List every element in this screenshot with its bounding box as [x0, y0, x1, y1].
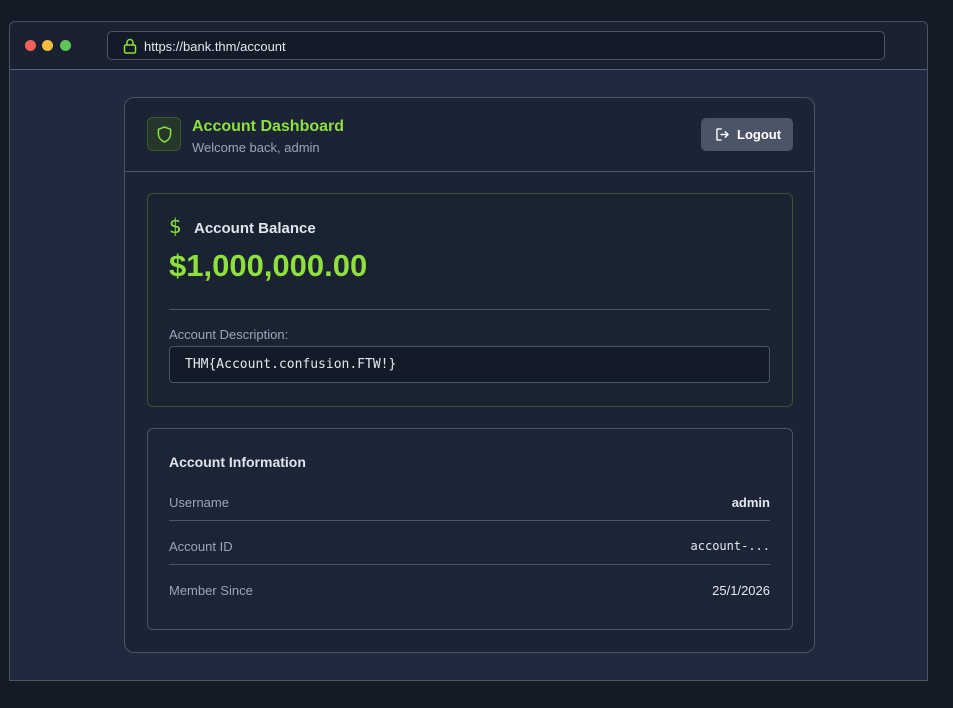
minimize-window-button[interactable]: [42, 40, 53, 51]
balance-label: Account Balance: [194, 220, 316, 237]
account-id-label: Account ID: [169, 539, 233, 554]
description-value: THM{Account.confusion.FTW!}: [185, 357, 397, 372]
browser-titlebar: https://bank.thm/account: [10, 22, 927, 70]
balance-amount: $1,000,000.00: [169, 248, 368, 283]
info-title: Account Information: [169, 454, 306, 470]
url-text: https://bank.thm/account: [144, 39, 286, 54]
description-field[interactable]: THM{Account.confusion.FTW!}: [169, 346, 770, 383]
lock-icon: [123, 38, 137, 54]
info-row-member-since: Member Since 25/1/2026: [169, 564, 770, 608]
account-id-value: account-...: [690, 539, 770, 553]
username-label: Username: [169, 495, 229, 510]
logout-button[interactable]: Logout: [701, 118, 793, 151]
browser-window: https://bank.thm/account Account Dashboa…: [9, 21, 928, 681]
logout-icon: [716, 128, 729, 141]
dollar-icon: $: [169, 214, 182, 238]
shield-icon: [157, 126, 172, 143]
card-header: Account Dashboard Welcome back, admin Lo…: [125, 98, 814, 172]
page-title: Account Dashboard: [192, 118, 345, 135]
close-window-button[interactable]: [25, 40, 36, 51]
address-bar[interactable]: https://bank.thm/account: [107, 31, 885, 60]
page-content: Account Dashboard Welcome back, admin Lo…: [10, 70, 927, 680]
shield-icon-container: [147, 117, 181, 151]
welcome-text: Welcome back, admin: [192, 140, 320, 155]
description-label: Account Description:: [169, 327, 289, 342]
info-row-username: Username admin: [169, 476, 770, 521]
logout-label: Logout: [737, 127, 782, 142]
info-row-account-id: Account ID account-...: [169, 520, 770, 565]
member-since-value: 25/1/2026: [712, 583, 770, 598]
username-value: admin: [731, 495, 770, 510]
maximize-window-button[interactable]: [60, 40, 71, 51]
balance-panel: $ Account Balance $1,000,000.00 Account …: [147, 193, 793, 407]
member-since-label: Member Since: [169, 583, 253, 598]
dashboard-card: Account Dashboard Welcome back, admin Lo…: [124, 97, 815, 653]
divider: [169, 309, 770, 310]
account-info-panel: Account Information Username admin Accou…: [147, 428, 793, 630]
